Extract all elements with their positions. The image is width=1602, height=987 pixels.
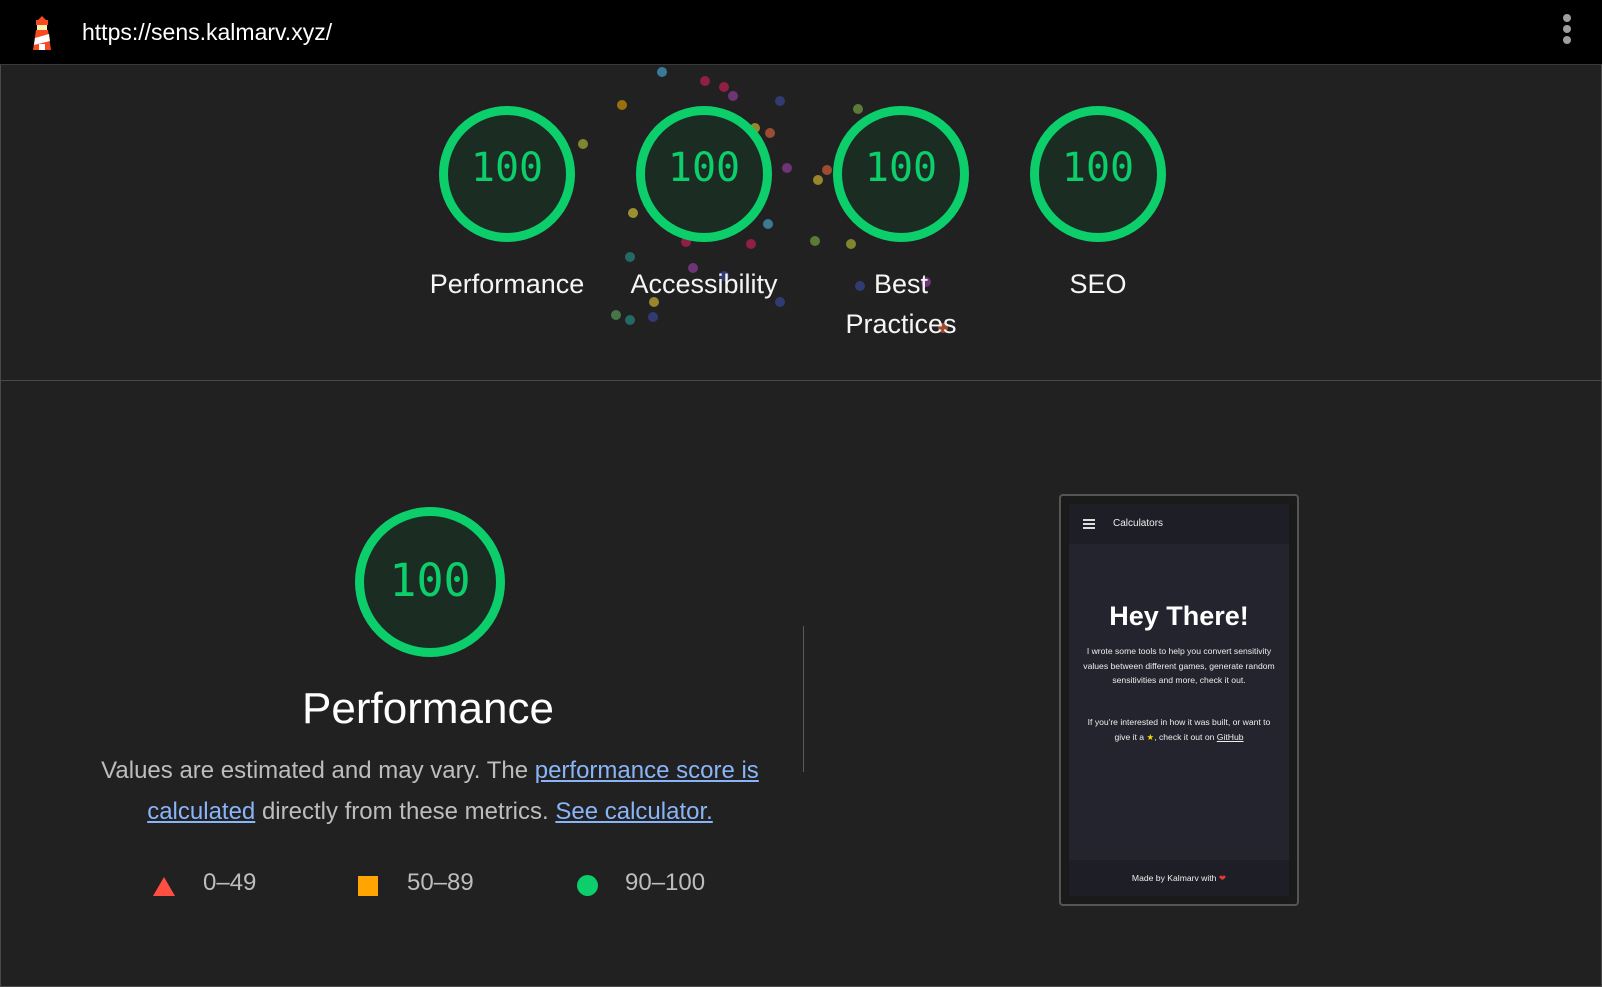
screenshot-paragraph-1: I wrote some tools to help you convert s… xyxy=(1083,646,1275,685)
gauge-seo[interactable]: 100 SEO xyxy=(998,106,1198,304)
score-ring: 100 xyxy=(1030,106,1166,242)
top-bar: https://sens.kalmarv.xyz/ xyxy=(0,0,1602,65)
performance-score-ring: 100 xyxy=(355,507,505,657)
legend-pass-range: 90–100 xyxy=(625,869,706,896)
gauge-label: SEO xyxy=(1069,269,1127,299)
pass-circle-icon xyxy=(577,875,598,896)
see-calculator-link[interactable]: See calculator. xyxy=(555,798,712,825)
performance-description: Values are estimated and may vary. The p… xyxy=(100,750,760,832)
score-ring: 100 xyxy=(636,106,772,242)
url-text: https://sens.kalmarv.xyz/ xyxy=(82,19,333,45)
screenshot-content: Calculators Hey There! I wrote some tool… xyxy=(1069,504,1289,896)
screenshot-footer: Made by Kalmarv with ❤ xyxy=(1069,860,1289,896)
description-text: directly from these metrics. xyxy=(255,798,556,825)
github-link: GitHub xyxy=(1216,731,1244,742)
legend-fail-range: 0–49 xyxy=(203,869,257,896)
performance-score-value: 100 xyxy=(389,554,471,607)
score-gauges: 100 Performance 100 Accessibility 100 Be… xyxy=(0,64,1602,381)
section-divider xyxy=(803,626,804,772)
gauge-accessibility[interactable]: 100 Accessibility xyxy=(604,106,804,304)
heart-icon: ❤ xyxy=(1218,873,1227,883)
gauge-performance[interactable]: 100 Performance xyxy=(407,106,607,304)
screenshot-heading: Hey There! xyxy=(1109,601,1249,631)
final-screenshot-thumbnail[interactable]: Calculators Hey There! I wrote some tool… xyxy=(1059,494,1299,906)
score-ring: 100 xyxy=(833,106,969,242)
average-square-icon xyxy=(358,876,378,896)
gauge-label: Best Practices xyxy=(845,269,957,339)
gauge-label: Accessibility xyxy=(630,269,778,299)
score-value: 100 xyxy=(1061,145,1135,191)
lighthouse-icon xyxy=(33,16,51,50)
kebab-menu-icon[interactable] xyxy=(1556,14,1578,50)
description-text: Values are estimated and may vary. The xyxy=(101,757,535,784)
screenshot-nav-title: Calculators xyxy=(1113,518,1164,529)
legend-average-range: 50–89 xyxy=(407,869,474,896)
hamburger-menu-icon xyxy=(1083,519,1095,531)
gauge-best-practices[interactable]: 100 Best Practices xyxy=(801,106,1001,344)
performance-title: Performance xyxy=(302,684,554,733)
score-value: 100 xyxy=(470,145,544,191)
footer-text: Made by Kalmarv with xyxy=(1131,873,1217,883)
screenshot-paragraph-2: If you're interested in how it was built… xyxy=(1079,715,1279,744)
score-value: 100 xyxy=(864,145,938,191)
fail-triangle-icon xyxy=(153,877,175,896)
score-value: 100 xyxy=(667,145,741,191)
screenshot-navbar: Calculators xyxy=(1069,504,1289,544)
gauge-label: Performance xyxy=(429,269,585,299)
score-ring: 100 xyxy=(439,106,575,242)
paragraph-2-suffix: , check it out on xyxy=(1154,731,1215,742)
